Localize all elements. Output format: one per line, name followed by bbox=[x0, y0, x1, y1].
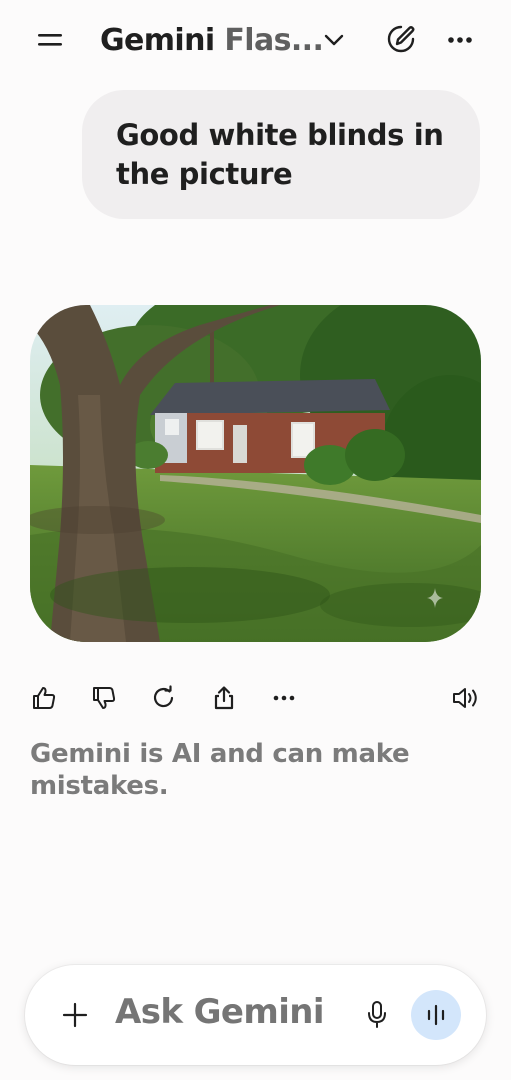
generated-image[interactable] bbox=[30, 305, 481, 642]
response-actions bbox=[0, 676, 511, 720]
more-icon[interactable] bbox=[440, 20, 480, 60]
top-app-bar: Gemini Flas... bbox=[0, 0, 511, 82]
mic-icon[interactable] bbox=[359, 995, 395, 1035]
thumbs-down-icon[interactable] bbox=[82, 676, 126, 720]
composer-bar[interactable]: Ask Gemini bbox=[25, 965, 486, 1065]
more-icon[interactable] bbox=[262, 676, 306, 720]
chevron-down-icon[interactable] bbox=[316, 22, 352, 58]
page-title: Gemini Flas... bbox=[100, 22, 324, 58]
user-message-bubble: Good white blinds in the picture bbox=[82, 90, 480, 219]
ask-input[interactable]: Ask Gemini bbox=[115, 992, 325, 1032]
edit-icon[interactable] bbox=[380, 18, 422, 60]
user-message-text: Good white blinds in the picture bbox=[116, 118, 444, 191]
thumbs-up-icon[interactable] bbox=[22, 676, 66, 720]
live-icon[interactable] bbox=[411, 990, 461, 1040]
speaker-icon[interactable] bbox=[444, 676, 488, 720]
ai-disclaimer: Gemini is AI and can make mistakes. bbox=[30, 739, 410, 801]
model-selector[interactable]: Gemini Flas... bbox=[100, 18, 324, 62]
share-icon[interactable] bbox=[202, 676, 246, 720]
menu-icon[interactable] bbox=[28, 20, 72, 60]
plus-icon[interactable] bbox=[55, 995, 95, 1035]
house-photo bbox=[30, 305, 481, 642]
regenerate-icon[interactable] bbox=[142, 676, 186, 720]
